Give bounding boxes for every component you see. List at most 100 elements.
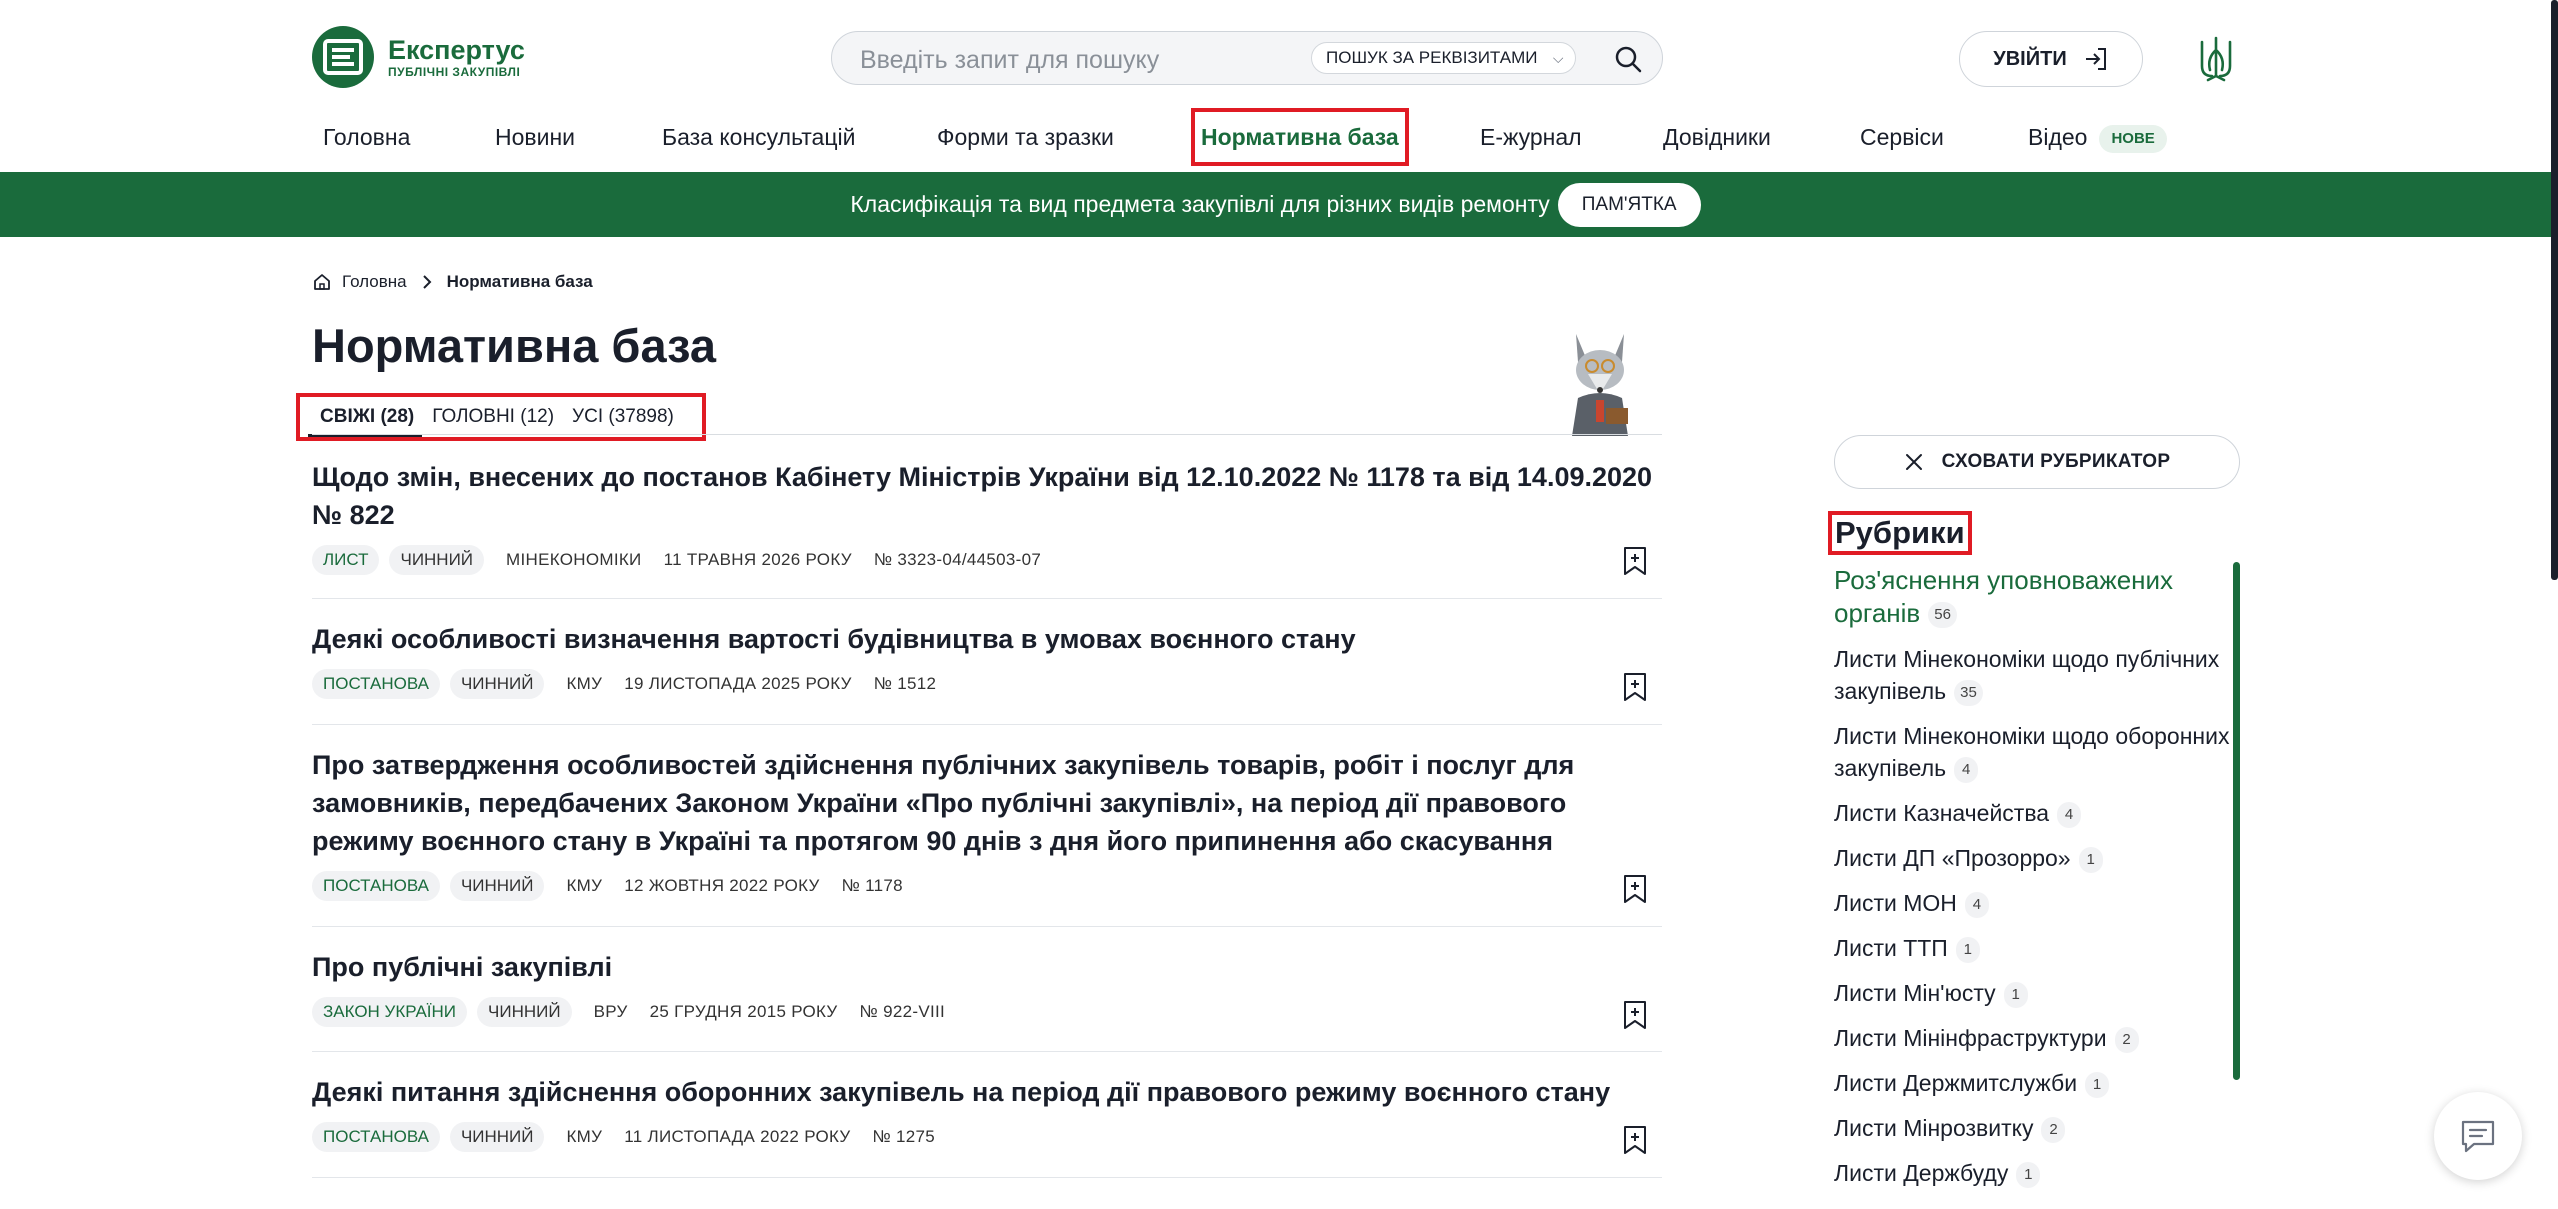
nav-item-video[interactable]: Відео НОВЕ [2028,112,2167,162]
tryzub-icon [2200,36,2232,82]
nav-item-services[interactable]: Сервіси [1860,112,1944,162]
hide-rubricator-label: СХОВАТИ РУБРИКАТОР [1941,451,2171,472]
logo[interactable]: Експертус ПУБЛІЧНІ ЗАКУПІВЛІ [312,26,525,88]
doc-kind-tag[interactable]: ПОСТАНОВА [312,669,440,699]
rubric-label: Листи Держбуду [1834,1160,2009,1186]
rubric-count: 1 [2085,1071,2110,1098]
doc-meta: ПОСТАНОВА ЧИННИЙ КМУ 12 ЖОВТНЯ 2022 РОКУ… [312,870,1662,902]
logo-subtitle: ПУБЛІЧНІ ЗАКУПІВЛІ [388,65,521,79]
rubric-item[interactable]: Листи Мін'юсту 1 [1834,977,2234,1009]
login-label: УВІЙТИ [1993,47,2067,70]
doc-date: 19 ЛИСТОПАДА 2025 РОКУ [624,674,852,693]
nav-item-home[interactable]: Головна [323,112,410,162]
chat-icon [2461,1120,2495,1153]
doc-status-tag: ЧИННИЙ [449,871,545,901]
doc-status-tag: ЧИННИЙ [389,545,485,575]
doc-number: № 1275 [872,1127,936,1146]
bookmark-add-icon[interactable] [1622,874,1648,904]
rubric-count: 1 [2003,981,2028,1008]
search-by-requisites-button[interactable]: ПОШУК ЗА РЕКВІЗИТАМИ ⌵ [1311,42,1577,74]
doc-kind-tag[interactable]: ПОСТАНОВА [312,871,440,901]
rubric-label: Листи ТТП [1834,935,1948,961]
rubric-item[interactable]: Роз'яснення уповноважених органів 56 [1834,564,2234,630]
rubric-count: 56 [1928,602,1957,629]
chat-button[interactable] [2434,1092,2522,1180]
doc-kind-tag[interactable]: ПОСТАНОВА [312,1122,440,1152]
rubric-label: Листи Мін'юсту [1834,980,1996,1006]
nav-item-e-journal[interactable]: Е-журнал [1480,112,1582,162]
doc-title[interactable]: Про затвердження особливостей здійснення… [312,746,1662,860]
close-icon [1905,454,1922,470]
rubric-count: 2 [2114,1026,2139,1053]
rubric-item[interactable]: Листи ТТП 1 [1834,932,2234,964]
promo-banner: Класифікація та вид предмета закупівлі д… [0,172,2551,237]
rubric-item[interactable]: Листи ДП «Прозорро» 1 [1834,842,2234,874]
nav-item-normative-base[interactable]: Нормативна база [1191,108,1409,166]
search-icon[interactable] [1612,43,1644,75]
doc-date: 12 ЖОВТНЯ 2022 РОКУ [624,876,820,895]
rubric-item[interactable]: Листи МОН 4 [1834,887,2234,919]
tab-all[interactable]: УСІ (37898) [572,399,674,435]
tab-fresh[interactable]: СВІЖІ (28) [307,399,423,437]
rubric-label: Листи Мінекономіки щодо публічних закупі… [1834,646,2220,704]
hide-rubricator-button[interactable]: СХОВАТИ РУБРИКАТОР [1834,435,2240,489]
search-bar: ПОШУК ЗА РЕКВІЗИТАМИ ⌵ [831,31,1663,85]
bookmark-add-icon[interactable] [1622,1000,1648,1030]
doc-status-tag: ЧИННИЙ [449,669,545,699]
doc-tabs: СВІЖІ (28) ГОЛОВНІ (12) УСІ (37898) [296,393,706,441]
rubric-item[interactable]: Листи Держмитслужби 1 [1834,1067,2234,1099]
breadcrumb-current: Нормативна база [446,272,593,291]
breadcrumb-home[interactable]: Головна [342,272,407,292]
login-button[interactable]: УВІЙТИ [1959,31,2143,87]
rubric-label: Листи Мінекономіки щодо оборонних закупі… [1834,723,2230,781]
rubric-item[interactable]: Листи Мінрозвитку 2 [1834,1112,2234,1144]
rubric-count: 4 [1964,891,1989,918]
rubric-label: Листи Казначейства [1834,800,2050,826]
nav-item-consultations[interactable]: База консультацій [662,112,855,162]
wolf-mascot-icon [1572,334,1628,436]
doc-date: 11 ЛИСТОПАДА 2022 РОКУ [624,1127,851,1146]
doc-kind-tag[interactable]: ЛИСТ [312,545,380,575]
rubric-item[interactable]: Листи Мінекономіки щодо оборонних закупі… [1834,720,2234,784]
home-icon[interactable] [312,272,332,292]
nav-item-news[interactable]: Новини [495,112,575,162]
rubric-item[interactable]: Листи Держбуду 1 [1834,1157,2234,1189]
tab-main[interactable]: ГОЛОВНІ (12) [432,399,554,435]
doc-title[interactable]: Деякі особливості визначення вартості бу… [312,620,1662,658]
rubric-count: 1 [2016,1161,2041,1188]
doc-date: 11 ТРАВНЯ 2026 РОКУ [663,550,852,569]
banner-text[interactable]: Класифікація та вид предмета закупівлі д… [850,191,1549,218]
page: Експертус ПУБЛІЧНІ ЗАКУПІВЛІ ПОШУК ЗА РЕ… [0,0,2558,1209]
rubric-count: 2 [2041,1116,2066,1143]
search-by-requisites-label: ПОШУК ЗА РЕКВІЗИТАМИ [1326,48,1538,67]
banner-memo-button[interactable]: ПАМ'ЯТКА [1557,182,1701,227]
rubrics-scrollbar[interactable] [2233,562,2240,1080]
doc-title[interactable]: Щодо змін, внесених до постанов Кабінету… [312,458,1662,534]
rubric-item[interactable]: Листи Казначейства 4 [1834,797,2234,829]
doc-title[interactable]: Деякі питання здійснення оборонних закуп… [312,1073,1662,1111]
rubric-item[interactable]: Листи Мінінфраструктури 2 [1834,1022,2234,1054]
chevron-right-icon [422,275,432,289]
bookmark-add-icon[interactable] [1622,546,1648,576]
nav-item-forms[interactable]: Форми та зразки [937,112,1114,162]
rubrics-list: Роз'яснення уповноважених органів 56 Лист… [1834,564,2234,1202]
doc-kind-tag[interactable]: ЗАКОН УКРАЇНИ [312,997,468,1027]
rubric-label: Листи Мінрозвитку [1834,1115,2034,1141]
doc-title[interactable]: Про публічні закупівлі [312,948,1662,986]
page-scrollbar[interactable] [2551,0,2558,580]
bookmark-add-icon[interactable] [1622,672,1648,702]
doc-item: Деякі питання здійснення оборонних закуп… [312,1073,1662,1178]
chevron-down-icon: ⌵ [1552,50,1564,66]
rubric-label: Листи Мінінфраструктури [1834,1025,2107,1051]
login-icon [2085,48,2106,70]
rubric-item[interactable]: Листи Мінекономіки щодо публічних закупі… [1834,643,2234,707]
nav-item-directories[interactable]: Довідники [1663,112,1771,162]
main-nav: Головна Новини База консультацій Форми т… [0,108,2558,166]
doc-org: КМУ [566,876,603,895]
doc-org: КМУ [566,1127,603,1146]
doc-date: 25 ГРУДНЯ 2015 РОКУ [649,1002,838,1021]
bookmark-add-icon[interactable] [1622,1125,1648,1155]
doc-org: ВРУ [593,1002,628,1021]
search-input[interactable] [858,42,1282,78]
doc-status-tag: ЧИННИЙ [449,1122,545,1152]
